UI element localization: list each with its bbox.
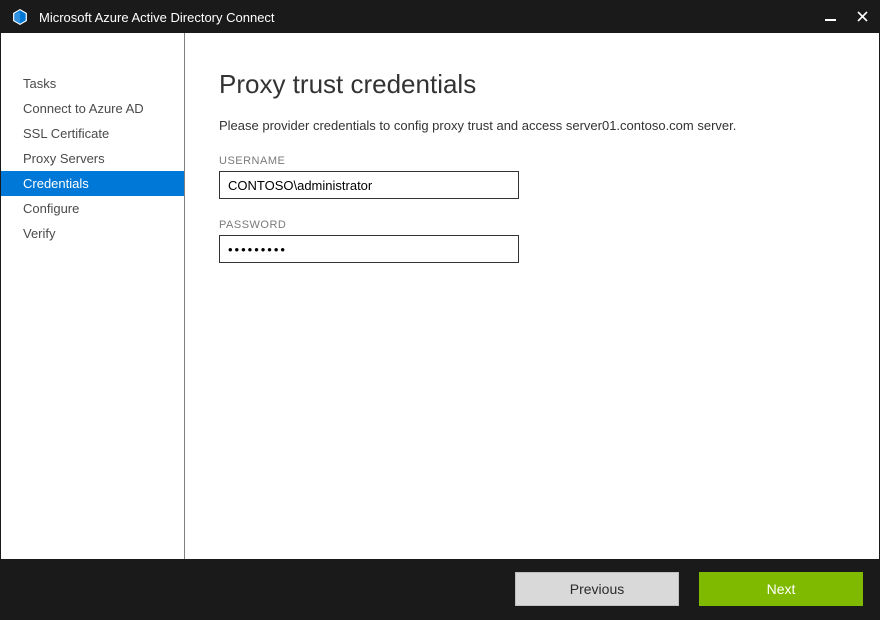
footer: Previous Next [1,559,879,619]
username-label: USERNAME [219,155,841,167]
app-window: Microsoft Azure Active Directory Connect… [0,0,880,620]
sidebar-item-tasks[interactable]: Tasks [1,71,184,96]
sidebar-item-verify[interactable]: Verify [1,221,184,246]
sidebar: Tasks Connect to Azure AD SSL Certificat… [1,33,185,559]
username-input[interactable] [228,178,510,193]
password-label: PASSWORD [219,219,841,231]
sidebar-item-credentials[interactable]: Credentials [1,171,184,196]
sidebar-item-ssl-certificate[interactable]: SSL Certificate [1,121,184,146]
titlebar: Microsoft Azure Active Directory Connect [1,1,879,33]
azure-logo-icon [11,8,29,26]
close-button[interactable] [855,10,869,25]
sidebar-item-proxy-servers[interactable]: Proxy Servers [1,146,184,171]
next-button[interactable]: Next [699,572,863,606]
password-field-wrapper [219,235,519,263]
page-title: Proxy trust credentials [219,69,841,100]
minimize-button[interactable] [823,10,837,25]
body: Tasks Connect to Azure AD SSL Certificat… [1,33,879,559]
password-input[interactable] [228,242,510,257]
sidebar-item-configure[interactable]: Configure [1,196,184,221]
main-content: Proxy trust credentials Please provider … [185,33,879,559]
window-title: Microsoft Azure Active Directory Connect [39,10,823,25]
sidebar-item-connect-azure-ad[interactable]: Connect to Azure AD [1,96,184,121]
page-description: Please provider credentials to config pr… [219,118,841,133]
username-field-wrapper [219,171,519,199]
previous-button[interactable]: Previous [515,572,679,606]
window-controls [823,10,869,25]
